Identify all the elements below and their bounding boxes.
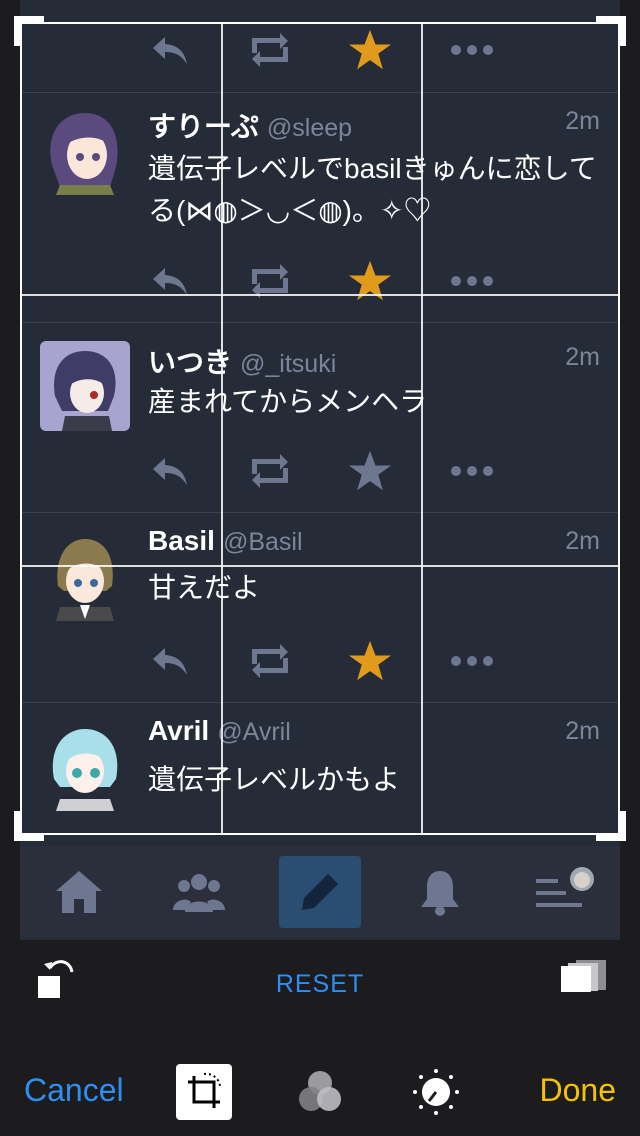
tweet-actions — [148, 640, 508, 681]
tweet-header: Basil @Basil 2m — [148, 525, 600, 561]
done-button[interactable]: Done — [540, 1072, 617, 1109]
display-name[interactable]: Avril — [148, 715, 209, 746]
reply-icon[interactable] — [148, 641, 192, 681]
reset-button[interactable]: RESET — [0, 970, 640, 999]
crop-rotate-icon — [188, 1072, 221, 1108]
favorite-star-icon[interactable] — [348, 640, 392, 681]
cancel-button[interactable]: Cancel — [24, 1072, 124, 1109]
avatar[interactable] — [40, 531, 130, 621]
avatar[interactable] — [40, 105, 130, 195]
timestamp: 2m — [565, 343, 600, 371]
timestamp: 2m — [565, 107, 600, 135]
tab-home[interactable] — [38, 856, 120, 928]
retweet-icon[interactable] — [248, 261, 292, 301]
filters-icon — [299, 1071, 341, 1111]
retweet-icon[interactable] — [248, 641, 292, 681]
reply-icon[interactable] — [148, 30, 192, 70]
tweet-header: いつき @_itsuki 2m — [148, 341, 600, 378]
more-icon[interactable] — [450, 30, 494, 70]
home-icon — [56, 871, 102, 913]
aspect-ratio-button[interactable] — [558, 958, 610, 998]
app-tab-bar — [20, 846, 620, 938]
retweet-icon[interactable] — [248, 30, 292, 70]
user-handle[interactable]: @Avril — [217, 718, 291, 746]
tweet-item[interactable]: すりーぷ @sleep 2m 遺伝子レベルでbasilきゅんに恋してる(⋈◍＞◡＜… — [20, 92, 620, 323]
tweet-header: Avril @Avril 2m — [148, 715, 600, 751]
avatar[interactable] — [40, 721, 130, 811]
favorite-star-icon[interactable] — [348, 29, 392, 70]
tab-people[interactable] — [158, 856, 240, 928]
adjust-button[interactable] — [408, 1064, 464, 1120]
more-icon[interactable] — [450, 451, 494, 491]
timestamp: 2m — [565, 717, 600, 745]
photo-preview: すりーぷ @sleep 2m 遺伝子レベルでbasilきゅんに恋してる(⋈◍＞◡＜… — [20, 0, 620, 940]
reply-icon[interactable] — [148, 261, 192, 301]
tweet-actions — [148, 260, 508, 301]
tweet-text: 甘えだよ — [148, 572, 261, 603]
bell-icon — [421, 871, 459, 916]
crop-handle-top-right[interactable] — [596, 16, 626, 46]
retweet-icon[interactable] — [248, 451, 292, 491]
avatar[interactable] — [40, 341, 130, 431]
tab-compose[interactable] — [279, 856, 361, 928]
tweet-item[interactable]: Basil @Basil 2m 甘えだよ — [20, 512, 620, 703]
tab-menu[interactable] — [525, 856, 607, 928]
tweet-text: 産まれてからメンヘラ — [148, 386, 428, 417]
user-handle[interactable]: @sleep — [267, 114, 352, 142]
edit-toolbar: RESET Cancel Done — [0, 940, 640, 1136]
crop-handle-top-left[interactable] — [14, 16, 44, 46]
user-handle[interactable]: @_itsuki — [240, 350, 336, 378]
tweet-text: 遺伝子レベルかもよ — [148, 764, 401, 795]
more-icon[interactable] — [450, 261, 494, 301]
tweet-item[interactable]: いつき @_itsuki 2m 産まれてからメンヘラ — [20, 322, 620, 513]
people-icon — [173, 874, 225, 912]
tweet-header: すりーぷ @sleep 2m — [148, 105, 600, 142]
previous-tweet-actions — [148, 29, 508, 70]
filters-button[interactable] — [292, 1064, 348, 1120]
tweet-text: 遺伝子レベルでbasilきゅんに恋してる(⋈◍＞◡＜◍)。✧♡ — [148, 153, 597, 226]
more-icon[interactable] — [450, 641, 494, 681]
reply-icon[interactable] — [148, 451, 192, 491]
crop-tool-button[interactable] — [176, 1064, 232, 1120]
favorite-star-icon[interactable] — [348, 450, 392, 491]
aspect-ratio-icon — [561, 960, 606, 992]
crop-handle-bottom-left[interactable] — [14, 811, 44, 841]
adjust-dial-icon — [413, 1069, 459, 1115]
display-name[interactable]: いつき — [148, 347, 232, 378]
user-handle[interactable]: @Basil — [223, 528, 303, 556]
menu-list-icon — [536, 867, 594, 907]
compose-icon — [302, 874, 338, 910]
crop-handle-bottom-right[interactable] — [596, 811, 626, 841]
tweet-actions — [148, 450, 508, 491]
display-name[interactable]: Basil — [148, 525, 215, 556]
display-name[interactable]: すりーぷ — [148, 111, 259, 142]
tweet-item[interactable]: Avril @Avril 2m 遺伝子レベルかもよ — [20, 702, 620, 853]
favorite-star-icon[interactable] — [348, 260, 392, 301]
tab-notifications[interactable] — [399, 856, 481, 928]
timestamp: 2m — [565, 527, 600, 555]
